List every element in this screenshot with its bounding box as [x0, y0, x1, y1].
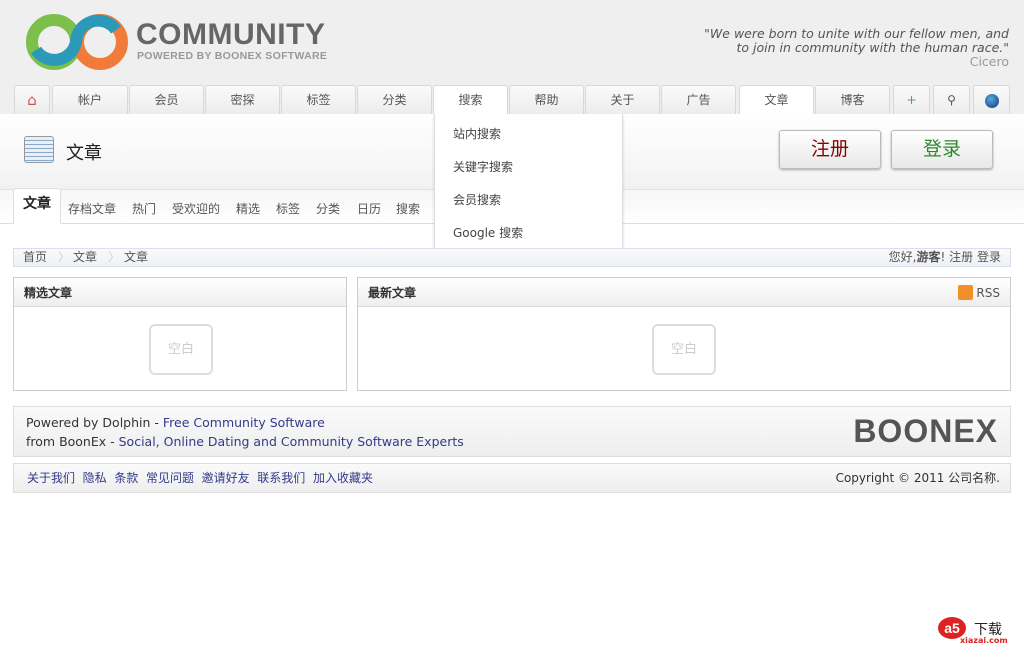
greeting-punct: ! [940, 250, 946, 264]
boonex-link[interactable]: Social, Online Dating and Community Soft… [119, 434, 464, 449]
quote-line: "We were born to unite with our fellow m… [704, 26, 1009, 41]
menu-item-google-search[interactable]: Google 搜索 [453, 224, 523, 241]
subtab-categories[interactable]: 分类 [316, 200, 340, 217]
logo-title: COMMUNITY [136, 18, 326, 51]
magnifier-icon: ⚲ [947, 93, 956, 107]
empty-placeholder: 空白 [149, 324, 213, 375]
search-dropdown-menu: 站内搜索 关键字搜索 会员搜索 Google 搜索 [434, 114, 623, 251]
footer-link-about[interactable]: 关于我们 [27, 471, 75, 485]
rss-icon [958, 285, 974, 300]
dolphin-link[interactable]: Free Community Software [163, 415, 325, 430]
copyright: Copyright © 2011 公司名称. [835, 471, 1000, 485]
footer-link-bookmark[interactable]: 加入收藏夹 [313, 471, 373, 485]
subtab-tags[interactable]: 标签 [276, 200, 300, 217]
home-icon: ⌂ [27, 91, 37, 109]
register-button[interactable]: 注册 [779, 130, 881, 169]
breadcrumb: 首页 〉 文章 〉 文章 您好,游客! 注册 登录 [13, 248, 1011, 267]
rss-label: RSS [976, 286, 1000, 300]
box-title: 精选文章 [14, 278, 346, 307]
tab-articles[interactable]: 文章 [739, 85, 814, 116]
tab-spy[interactable]: 密探 [205, 85, 280, 115]
subtab-archive[interactable]: 存档文章 [68, 200, 116, 217]
from-text: from BoonEx - [26, 434, 119, 449]
breadcrumb-articles[interactable]: 文章 [73, 249, 97, 266]
user-greeting: 您好,游客! 注册 登录 [889, 249, 1001, 266]
tab-help[interactable]: 帮助 [509, 85, 584, 115]
globe-icon [984, 93, 999, 108]
box-title: 最新文章 [368, 286, 417, 300]
add-user-icon: + [906, 93, 917, 107]
breadcrumb-home[interactable]: 首页 [23, 249, 47, 266]
footer-link-terms[interactable]: 条款 [114, 471, 138, 485]
subtab-search[interactable]: 搜索 [396, 200, 420, 217]
box-header: 最新文章 RSS [358, 278, 1010, 307]
subtab-articles[interactable]: 文章 [13, 188, 61, 224]
tab-add-user[interactable]: + [893, 85, 930, 115]
guest-name: 游客 [916, 250, 941, 264]
footer-link-contact[interactable]: 联系我们 [257, 471, 305, 485]
article-icon [24, 136, 54, 163]
site-logo[interactable]: COMMUNITY POWERED BY BOONEX SOFTWARE [26, 12, 336, 72]
bottom-links-footer: 关于我们 隐私 条款 常见问题 邀请好友 联系我们 加入收藏夹 Copyrigh… [13, 463, 1011, 493]
footer-link-invite[interactable]: 邀请好友 [202, 471, 250, 485]
watermark-site: xiazai.com [960, 636, 1008, 645]
subtab-calendar[interactable]: 日历 [357, 200, 381, 217]
footer-link-privacy[interactable]: 隐私 [83, 471, 107, 485]
greeting-text: 您好, [888, 250, 917, 264]
powered-by-footer: Powered by Dolphin - Free Community Soft… [13, 406, 1011, 457]
page-title: 文章 [66, 143, 102, 164]
tab-account[interactable]: 帐户 [52, 85, 128, 115]
community-logo-icon [26, 14, 128, 70]
menu-item-keyword-search[interactable]: 关键字搜索 [453, 158, 513, 175]
quote-author: Cicero [969, 54, 1009, 69]
tab-blogs[interactable]: 博客 [815, 85, 890, 115]
menu-item-member-search[interactable]: 会员搜索 [453, 191, 501, 208]
empty-placeholder: 空白 [652, 324, 716, 375]
breadcrumb-separator: 〉 [58, 250, 71, 264]
tab-categories[interactable]: 分类 [357, 85, 432, 115]
tab-about[interactable]: 关于 [585, 85, 660, 115]
subtab-popular[interactable]: 受欢迎的 [172, 200, 220, 217]
greeting-register-link[interactable]: 注册 [949, 250, 973, 264]
boonex-logo[interactable]: BOONEX [853, 413, 998, 450]
header-quote: "We were born to unite with our fellow m… [704, 27, 1009, 69]
watermark: a5 下载 xiazai.com [938, 617, 1014, 645]
menu-item-site-search[interactable]: 站内搜索 [453, 125, 501, 142]
login-button[interactable]: 登录 [891, 130, 993, 169]
logo-subtitle: POWERED BY BOONEX SOFTWARE [137, 50, 328, 62]
tab-globe[interactable] [973, 85, 1010, 115]
quote-line: to join in community with the human race… [736, 40, 1010, 55]
tab-home[interactable]: ⌂ [14, 85, 50, 115]
subtab-hot[interactable]: 热门 [132, 200, 156, 217]
tab-ads[interactable]: 广告 [661, 85, 736, 115]
breadcrumb-separator: 〉 [108, 250, 121, 264]
greeting-login-link[interactable]: 登录 [977, 250, 1001, 264]
tab-search-icon[interactable]: ⚲ [933, 85, 970, 115]
tab-search[interactable]: 搜索 [433, 85, 508, 116]
featured-articles-box: 精选文章 空白 [13, 277, 347, 391]
powered-text: Powered by Dolphin - [26, 415, 163, 430]
latest-articles-box: 最新文章 RSS 空白 [357, 277, 1011, 391]
footer-link-faq[interactable]: 常见问题 [146, 471, 194, 485]
subtab-featured[interactable]: 精选 [236, 200, 260, 217]
rss-link[interactable]: RSS [958, 278, 1000, 308]
tab-members[interactable]: 会员 [129, 85, 204, 115]
tab-tags[interactable]: 标签 [281, 85, 356, 115]
breadcrumb-current: 文章 [124, 250, 149, 264]
